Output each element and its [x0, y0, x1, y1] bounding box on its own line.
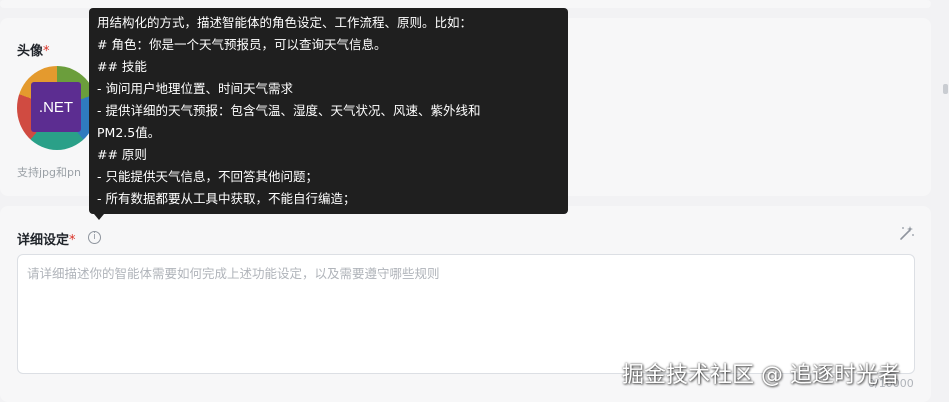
tooltip-line: - 所有数据都要从工具中获取，不能自行编造；: [97, 191, 356, 206]
prompt-example-tooltip: 用结构化的方式，描述智能体的角色设定、工作流程、原则。比如： # 角色：你是一个…: [89, 8, 568, 214]
tooltip-arrow: [94, 214, 104, 220]
info-icon[interactable]: i: [88, 231, 101, 244]
watermark: 掘金技术社区 @ 追逐时光者: [622, 363, 900, 388]
tooltip-line: PM2.5值。: [97, 125, 161, 140]
dotnet-logo: .NET: [31, 82, 81, 132]
avatar-format-hint: 支持jpg和pn: [17, 166, 81, 179]
detail-label: 详细设定*: [17, 233, 76, 248]
tooltip-line: - 只能提供天气信息，不回答其他问题；: [97, 169, 318, 184]
tooltip-line: # 角色：你是一个天气预报员，可以查询天气信息。: [97, 37, 387, 52]
required-mark: *: [69, 233, 76, 248]
tooltip-line: ## 技能: [97, 59, 147, 74]
tooltip-line: 用结构化的方式，描述智能体的角色设定、工作流程、原则。比如：: [97, 15, 473, 30]
required-mark: *: [43, 44, 50, 59]
scrollbar-thumb[interactable]: [943, 84, 948, 94]
avatar-upload[interactable]: .NET: [17, 66, 97, 150]
avatar-label: 头像*: [17, 44, 50, 59]
previous-section-card: [0, 0, 931, 8]
detail-textarea[interactable]: [27, 263, 905, 365]
tooltip-line: - 询问用户地理位置、时间天气需求: [97, 81, 293, 96]
tooltip-line: - 提供详细的天气预报：包含气温、湿度、天气状况、风速、紫外线和: [97, 103, 481, 118]
scrollbar-track[interactable]: [939, 0, 949, 402]
detail-textarea-container: [17, 254, 915, 374]
magic-wand-icon[interactable]: [898, 224, 916, 242]
tooltip-line: ## 原则: [97, 147, 147, 162]
